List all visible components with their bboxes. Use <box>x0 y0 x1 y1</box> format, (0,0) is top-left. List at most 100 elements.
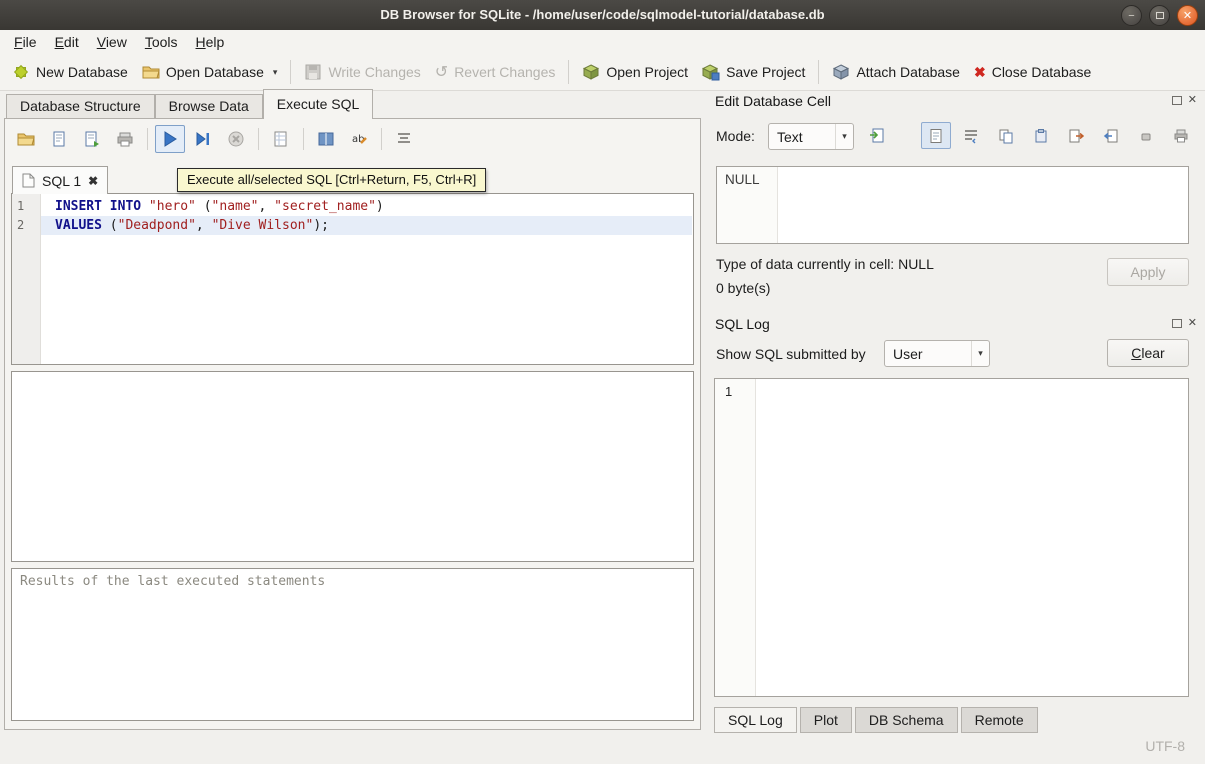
toolbar-separator <box>147 128 148 150</box>
cell-value: NULL <box>725 172 760 187</box>
results-grid[interactable] <box>11 371 694 562</box>
find-replace-icon: ab <box>350 130 368 148</box>
clear-log-button[interactable]: Clear <box>1107 339 1189 367</box>
cell-edit-toolbar <box>921 122 1196 149</box>
export-cell-button[interactable] <box>1061 122 1091 149</box>
execution-log[interactable]: Results of the last executed statements <box>11 568 694 721</box>
toolbar-separator <box>258 128 259 150</box>
sql-log-view[interactable]: 1 <box>714 378 1189 697</box>
format-sql-button[interactable] <box>389 125 419 153</box>
print-cell-button[interactable] <box>1166 122 1196 149</box>
new-database-button[interactable]: New Database <box>5 59 135 85</box>
line-number: 1 <box>12 197 40 216</box>
open-sql-file-button[interactable] <box>11 125 41 153</box>
execute-sql-page: ab SQL 1 ✖ <box>4 118 701 730</box>
write-changes-icon <box>304 63 322 81</box>
cell-size-info: 0 byte(s) <box>716 280 770 296</box>
encoding-status: UTF-8 <box>1145 738 1185 754</box>
save-sql-file-as-button[interactable] <box>77 125 107 153</box>
dock-tab-db-schema[interactable]: DB Schema <box>855 707 958 733</box>
menu-edit[interactable]: Edit <box>46 32 88 52</box>
code-line-1: INSERT INTO "hero" ("name", "secret_name… <box>41 197 693 216</box>
word-wrap-button[interactable] <box>956 122 986 149</box>
float-panel-icon[interactable] <box>1172 319 1182 328</box>
execute-tooltip: Execute all/selected SQL [Ctrl+Return, F… <box>177 168 486 192</box>
open-project-icon <box>582 63 600 81</box>
sql-toolbar: ab <box>11 124 419 154</box>
close-panel-icon[interactable]: ✕ <box>1188 318 1197 328</box>
log-line-gutter: 1 <box>715 379 756 696</box>
menu-help[interactable]: Help <box>187 32 234 52</box>
write-changes-button: Write Changes <box>297 59 427 85</box>
stop-icon <box>227 130 245 148</box>
open-database-button[interactable]: Open Database ▾ <box>135 59 285 85</box>
execute-line-button[interactable] <box>188 125 218 153</box>
mode-select[interactable]: Text ▾ <box>768 123 854 150</box>
minimize-button[interactable]: − <box>1121 5 1142 26</box>
menu-view[interactable]: View <box>88 32 136 52</box>
attach-database-button[interactable]: Attach Database <box>825 59 967 85</box>
print-icon <box>116 130 134 148</box>
save-sql-file-icon <box>50 130 68 148</box>
menu-tools[interactable]: Tools <box>136 32 187 52</box>
close-button[interactable]: ✕ <box>1177 5 1198 26</box>
menu-file[interactable]: File <box>5 32 46 52</box>
log-line-number: 1 <box>715 379 755 399</box>
tab-browse-data[interactable]: Browse Data <box>155 94 263 118</box>
toolbar-separator <box>290 60 291 84</box>
maximize-icon <box>1156 12 1164 19</box>
apply-button: Apply <box>1107 258 1189 286</box>
float-panel-icon[interactable] <box>1172 96 1182 105</box>
copy-button[interactable] <box>991 122 1021 149</box>
titlebar[interactable]: DB Browser for SQLite - /home/user/code/… <box>0 0 1205 30</box>
import-text-button[interactable] <box>862 122 892 149</box>
dock-tab-plot[interactable]: Plot <box>800 707 852 733</box>
results-placeholder: Results of the last executed statements <box>20 574 325 589</box>
import-cell-button[interactable] <box>1096 122 1126 149</box>
log-filter-select[interactable]: User ▾ <box>884 340 990 367</box>
line-number-gutter: 1 2 <box>12 194 41 364</box>
tab-execute-sql[interactable]: Execute SQL <box>263 89 374 119</box>
save-project-button[interactable]: Save Project <box>695 59 812 85</box>
save-sql-file-button[interactable] <box>44 125 74 153</box>
toolbar-separator <box>818 60 819 84</box>
sql-editor[interactable]: 1 2 INSERT INTO "hero" ("name", "secret_… <box>11 193 694 365</box>
chevron-down-icon: ▾ <box>835 124 853 149</box>
export-cell-icon <box>1068 128 1084 144</box>
maximize-button[interactable] <box>1149 5 1170 26</box>
word-wrap-icon <box>963 128 979 144</box>
line-number: 2 <box>12 216 40 235</box>
find-replace-button[interactable]: ab <box>344 125 374 153</box>
open-database-icon <box>142 63 160 81</box>
svg-text:ab: ab <box>352 134 364 145</box>
open-project-button[interactable]: Open Project <box>575 59 695 85</box>
close-panel-icon[interactable]: ✕ <box>1188 95 1197 105</box>
save-results-button[interactable] <box>266 125 296 153</box>
print-sql-button[interactable] <box>110 125 140 153</box>
main-toolbar: New Database Open Database ▾ Write Chang… <box>0 54 1205 91</box>
edit-cell-title: Edit Database Cell <box>715 93 831 109</box>
cell-editor[interactable]: NULL <box>716 166 1189 244</box>
export-button[interactable] <box>311 125 341 153</box>
paste-button[interactable] <box>1026 122 1056 149</box>
set-null-button[interactable] <box>1131 122 1161 149</box>
right-panel: Edit Database Cell ✕ Mode: Text ▾ <box>706 90 1201 764</box>
mode-value: Text <box>769 129 835 145</box>
open-sql-file-icon <box>17 130 35 148</box>
tab-database-structure[interactable]: Database Structure <box>6 94 155 118</box>
open-database-dropdown-icon[interactable]: ▾ <box>273 67 278 81</box>
execute-all-button[interactable] <box>155 125 185 153</box>
export-icon <box>317 130 335 148</box>
text-view-button[interactable] <box>921 122 951 149</box>
mode-label: Mode: <box>716 128 755 144</box>
sql-log-dock-controls: ✕ <box>1172 318 1197 328</box>
sql-file-icon <box>22 173 35 188</box>
edit-cell-dock-controls: ✕ <box>1172 95 1197 105</box>
dock-tab-remote[interactable]: Remote <box>961 707 1038 733</box>
toolbar-separator <box>303 128 304 150</box>
menubar: File Edit View Tools Help <box>0 30 1205 54</box>
sql-tab-close-icon[interactable]: ✖ <box>88 174 98 188</box>
dock-tab-sql-log[interactable]: SQL Log <box>714 707 797 733</box>
sql-tab[interactable]: SQL 1 ✖ <box>12 166 108 194</box>
close-database-button[interactable]: ✖ Close Database <box>967 60 1098 85</box>
